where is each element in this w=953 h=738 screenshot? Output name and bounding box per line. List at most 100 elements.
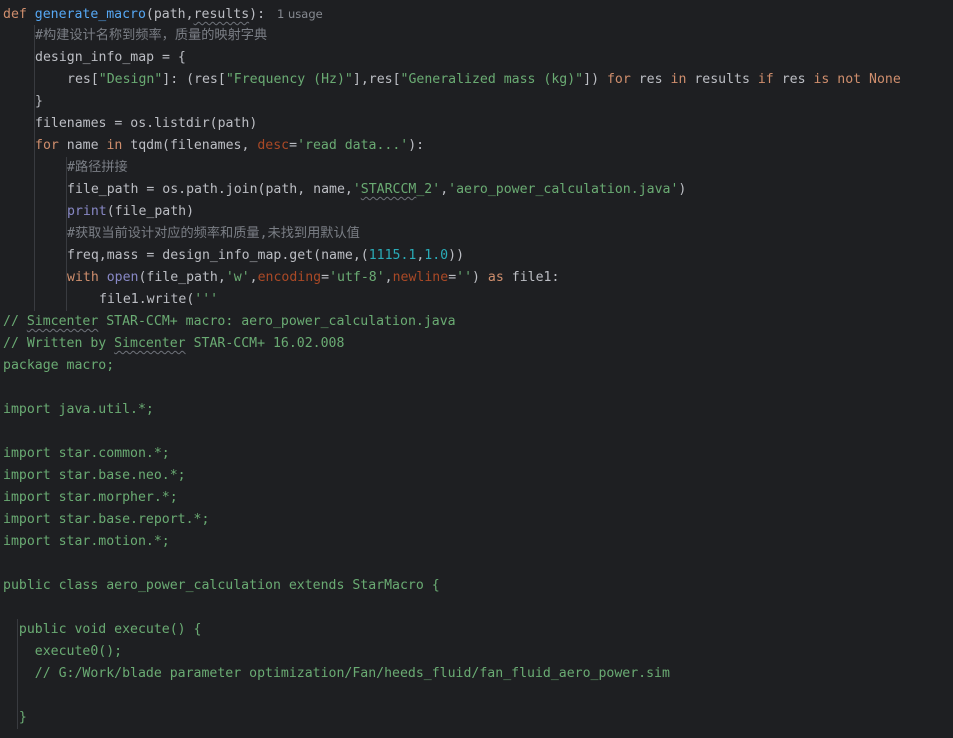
code-token: (file_path,: [138, 270, 226, 285]
code-line: import star.common.*;: [3, 443, 170, 465]
code-token: res: [773, 72, 814, 87]
code-token: ]): [583, 72, 607, 87]
code-token: print: [67, 204, 107, 219]
code-token: 'utf-8': [329, 270, 385, 285]
code-token: }: [35, 94, 43, 109]
code-token: newline: [392, 270, 449, 285]
code-token: as: [487, 270, 504, 285]
code-token: '': [456, 270, 473, 285]
code-line: filenames = os.listdir(path): [35, 113, 257, 135]
code-token: // G:/Work/blade parameter optimization/…: [3, 666, 670, 681]
code-token: ]: (res[: [162, 72, 226, 87]
code-line: public void execute() {: [3, 619, 202, 641]
code-token: ': [352, 182, 361, 197]
code-token: is not: [813, 72, 862, 87]
code-token: for: [35, 138, 59, 153]
code-token: Simcenter: [26, 314, 99, 329]
code-token: STARCCM: [360, 182, 417, 197]
code-token: "Frequency (Hz)": [225, 72, 353, 87]
code-token: ): [472, 270, 488, 285]
code-line: // Simcenter STAR-CCM+ macro: aero_power…: [3, 311, 456, 333]
code-token: ):: [249, 7, 266, 22]
code-token: Simcenter: [114, 336, 186, 351]
code-token: =: [289, 138, 298, 153]
code-line: import star.motion.*;: [3, 531, 170, 553]
code-token: results: [686, 72, 758, 87]
code-line: with open(file_path,'w',encoding='utf-8'…: [67, 267, 559, 289]
code-token: (path,: [145, 7, 194, 22]
code-line: design_info_map = {: [35, 47, 186, 69]
code-token: )): [448, 248, 465, 263]
code-token: res[: [67, 72, 99, 87]
code-token: execute0();: [3, 644, 123, 659]
code-token: if: [757, 72, 774, 87]
code-token: ],res[: [352, 72, 401, 87]
code-token: ,: [249, 270, 258, 285]
code-token: ): [678, 182, 687, 197]
code-token: name: [58, 138, 107, 153]
code-token: =: [448, 270, 457, 285]
code-token: #构建设计名称到频率，质量的映射字典: [35, 28, 268, 43]
code-token: encoding: [257, 270, 322, 285]
code-line: public class aero_power_calculation exte…: [3, 575, 440, 597]
code-line: freq,mass = design_info_map.get(name,(11…: [67, 245, 464, 267]
code-token: results: [193, 7, 250, 22]
code-token: tqdm(filenames,: [122, 138, 258, 153]
code-token: package macro;: [3, 358, 115, 373]
code-token: import star.common.*;: [3, 446, 170, 461]
code-token: None: [869, 72, 901, 87]
code-token: import star.morpher.*;: [3, 490, 178, 505]
code-token: 1115.1: [368, 248, 417, 263]
code-token: file1:: [503, 270, 560, 285]
code-token: ,: [440, 182, 449, 197]
code-token: desc: [257, 138, 290, 153]
code-token: file1.write(: [99, 292, 195, 307]
code-token: ):: [408, 138, 425, 153]
code-token: file_path = os.path.join(path, name,: [67, 182, 353, 197]
code-line: #构建设计名称到频率，质量的映射字典: [35, 25, 267, 47]
code-line: }: [3, 707, 27, 729]
code-line: execute0();: [3, 641, 122, 663]
code-token: in: [106, 138, 123, 153]
code-token: 1.0: [424, 248, 449, 263]
code-line: print(file_path): [67, 201, 194, 223]
code-line: import star.base.report.*;: [3, 509, 209, 531]
code-token: generate_macro: [34, 7, 146, 22]
code-token: import star.motion.*;: [3, 534, 170, 549]
code-line: // Written by Simcenter STAR-CCM+ 16.02.…: [3, 333, 344, 355]
code-line: package macro;: [3, 355, 114, 377]
code-token: 'read data...': [297, 138, 409, 153]
code-line: #路径拼接: [67, 157, 128, 179]
code-line: #获取当前设计对应的频率和质量,未找到用默认值: [67, 223, 360, 245]
code-token: def: [3, 7, 35, 22]
code-token: res: [630, 72, 671, 87]
code-token: filenames = os.listdir(path): [35, 116, 258, 131]
code-token: //: [3, 314, 27, 329]
code-token: }: [3, 710, 27, 725]
code-token: open: [106, 270, 139, 285]
code-line: import star.base.neo.*;: [3, 465, 186, 487]
code-token: (file_path): [106, 204, 195, 219]
code-token: design_info_map = {: [35, 50, 186, 65]
code-token: 'aero_power_calculation.java': [448, 182, 679, 197]
code-token: in: [670, 72, 687, 87]
usage-hint[interactable]: 1 usage: [277, 7, 323, 21]
code-line: def generate_macro(path,results): 1 usage: [3, 3, 323, 25]
code-token: public class aero_power_calculation exte…: [3, 578, 440, 593]
code-line: res["Design"]: (res["Frequency (Hz)"],re…: [67, 69, 901, 91]
code-token: public void execute() {: [3, 622, 202, 637]
code-line: import java.util.*;: [3, 399, 154, 421]
code-line: file1.write(''': [99, 289, 218, 311]
code-token: _2': [416, 182, 441, 197]
code-token: import star.base.neo.*;: [3, 468, 186, 483]
code-token: "Design": [98, 72, 163, 87]
code-token: STAR-CCM+ macro: aero_power_calculation.…: [98, 314, 456, 329]
code-editor[interactable]: def generate_macro(path,results): 1 usage…: [0, 0, 953, 738]
code-token: freq,mass = design_info_map.get(name,(: [67, 248, 369, 263]
code-line: import star.morpher.*;: [3, 487, 178, 509]
code-token: import java.util.*;: [3, 402, 154, 417]
code-token: "Generalized mass (kg)": [400, 72, 584, 87]
code-line: file_path = os.path.join(path, name,'STA…: [67, 179, 686, 201]
code-token: ''': [194, 292, 219, 307]
